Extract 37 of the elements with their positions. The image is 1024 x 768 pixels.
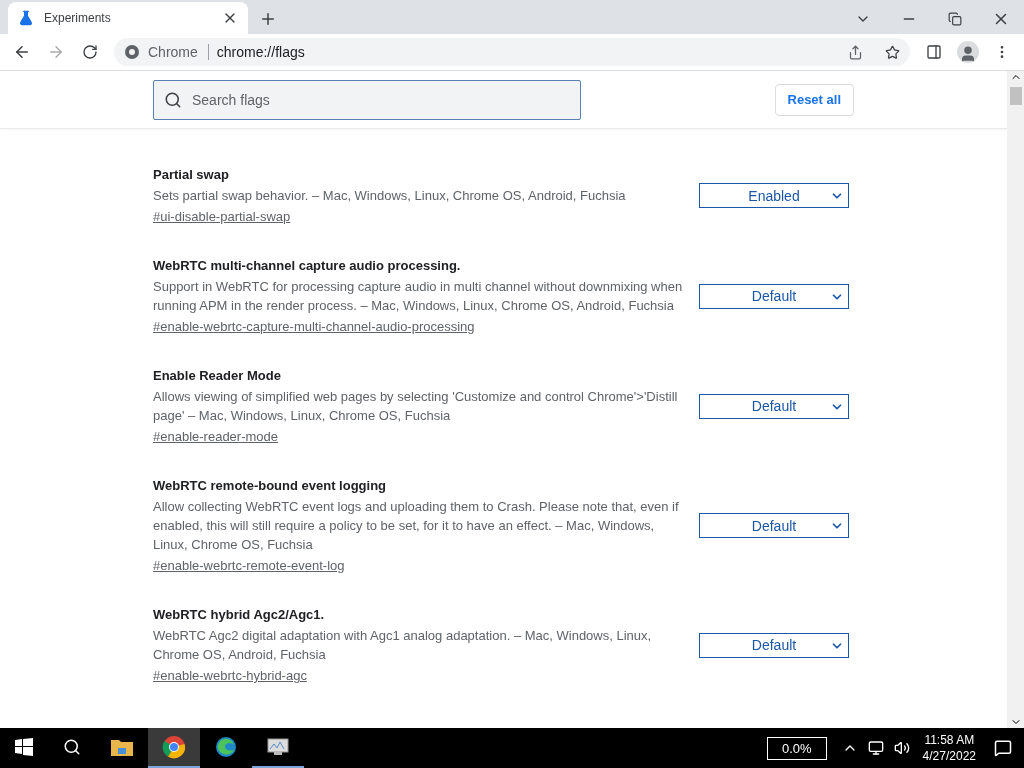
flag-dropdown[interactable]: Default: [699, 393, 849, 419]
browser-tab[interactable]: Experiments: [8, 2, 248, 34]
flag-link[interactable]: #enable-webrtc-remote-event-log: [153, 558, 345, 573]
flag-link[interactable]: #enable-webrtc-capture-multi-channel-audio-processing: [153, 319, 475, 334]
star-icon[interactable]: [885, 44, 900, 60]
share-icon[interactable]: [848, 44, 863, 60]
search-field[interactable]: Search flags: [190, 90, 570, 109]
flag-description: Allow collecting WebRTC event logs and uploading them to Crash. Please note that, even if enabled, this will still require a policy to be set, for it to have an effect. – Mac, Windows, Linux, Chrome OS, Fuchsia: [153, 498, 680, 554]
scrollbar-thumb[interactable]: [1009, 87, 1022, 105]
battery-indicator[interactable]: 0.0%: [766, 736, 827, 760]
flag-dropdown[interactable]: Default: [699, 513, 849, 538]
flag-title: Enable Reader Mode: [153, 368, 282, 383]
flag-link[interactable]: #ui-disable-partial-swap: [153, 209, 291, 224]
flag-title: Partial swap: [153, 167, 230, 182]
folder-icon: [110, 737, 134, 757]
clock[interactable]: 11:58 AM 4/27/2022: [922, 732, 976, 764]
flag-description: Sets partial swap behavior. – Mac, Windows, Linux, Chrome OS, Android, Fuchsia: [153, 187, 627, 205]
search-bar[interactable]: Search flags: [153, 79, 581, 120]
taskbar-app[interactable]: [148, 728, 200, 768]
scrollbar[interactable]: [1007, 71, 1024, 728]
flag-dropdown[interactable]: Default: [699, 283, 849, 309]
flask-icon: [18, 10, 34, 26]
flag-title: WebRTC hybrid Agc2/Agc1.: [153, 607, 326, 622]
flag-title: WebRTC multi-channel capture audio processing.: [153, 258, 462, 273]
monitor-icon: [266, 737, 290, 757]
reset-all-button[interactable]: Reset all: [774, 83, 854, 116]
flag-description: Support in WebRTC for processing capture audio in multi channel without downmixing when running APM in the render process. – Mac, Windows, Linux, Chrome OS, Android, Fuchsia: [153, 278, 683, 315]
flag-dropdown[interactable]: Default: [699, 632, 849, 658]
flag-dropdown[interactable]: Enabled: [699, 183, 849, 208]
flag-description: Allows viewing of simplified web pages by selecting 'Customize and control Chrome'>'Distill page' – Mac, Windows, Linux, Chrome OS, Fuchsia: [153, 388, 679, 425]
flag-link[interactable]: #enable-reader-mode: [153, 429, 279, 444]
search-icon: [164, 90, 182, 109]
flag-link[interactable]: #enable-webrtc-hybrid-agc: [153, 668, 307, 683]
swirl-icon: [215, 736, 237, 758]
flag-description: WebRTC Agc2 digital adaptation with Agc1 analog adaptation. – Mac, Windows, Linux, Chrome OS, Android, Fuchsia: [153, 627, 653, 664]
flag-title: WebRTC remote-bound event logging: [153, 478, 388, 493]
address-bar[interactable]: Chrome chrome://flags: [114, 38, 910, 66]
